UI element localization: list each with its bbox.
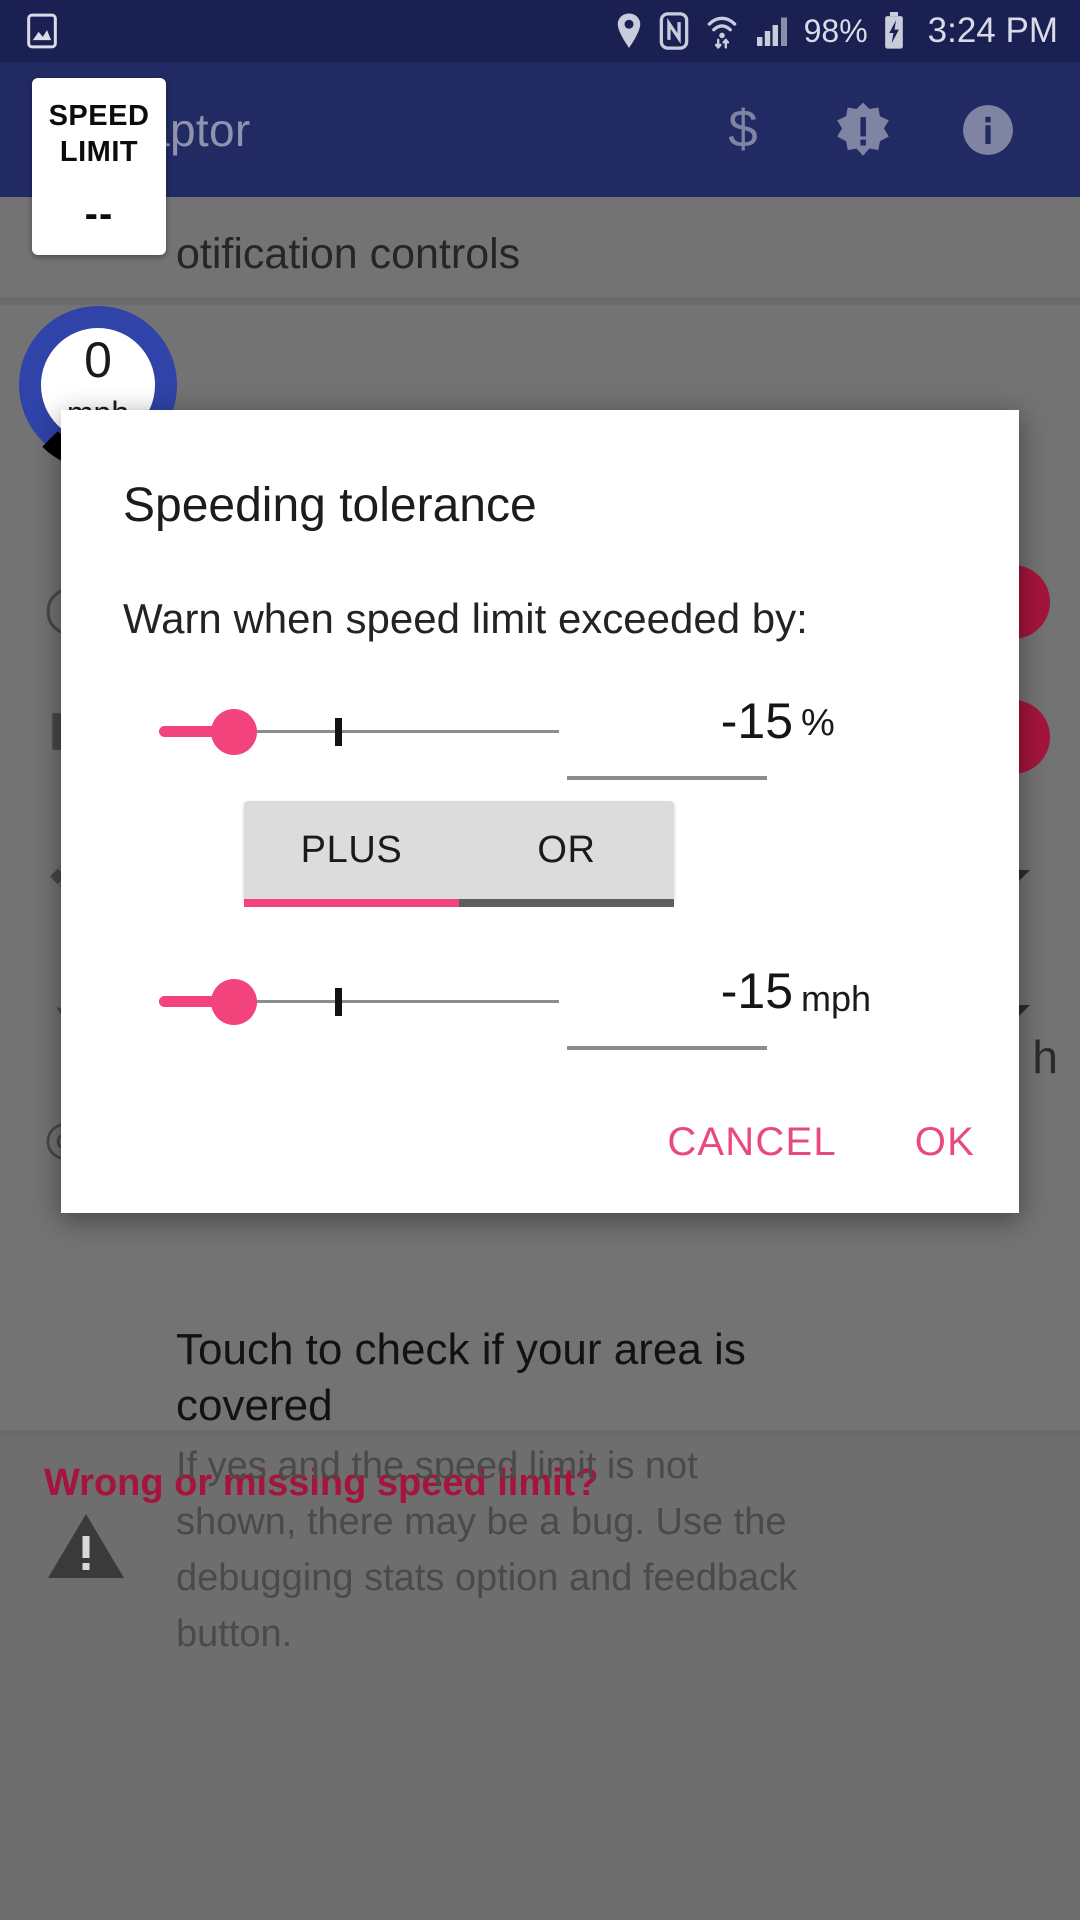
dialog-title: Speeding tolerance xyxy=(123,479,537,532)
speed-slider-tick xyxy=(335,988,342,1016)
background-notification-label: otification controls xyxy=(176,230,521,278)
info-icon[interactable] xyxy=(960,102,1016,158)
background-coverage-title[interactable]: Touch to check if your area is covered xyxy=(176,1322,876,1434)
dialog-button-bar: CANCEL OK xyxy=(663,1110,979,1175)
speed-limit-label-line2: LIMIT xyxy=(59,136,139,168)
wifi-icon xyxy=(707,16,736,49)
speed-unit-label: mph xyxy=(801,978,872,1019)
speed-value-inner: -15 xyxy=(563,962,793,1020)
percent-unit-label: % xyxy=(801,702,835,744)
nfc-icon xyxy=(659,12,688,50)
percent-slider-tick xyxy=(335,718,342,746)
cellular-signal-icon xyxy=(756,17,787,46)
phone-screen: otification controls ◯ ▮ ❖ ⚘ ◎ h Wrong o… xyxy=(0,0,1080,1920)
ok-button[interactable]: OK xyxy=(911,1110,979,1175)
dialog-message: Warn when speed limit exceeded by: xyxy=(123,595,808,642)
dollar-icon[interactable]: $ xyxy=(720,102,766,158)
speeding-tolerance-dialog: Speeding tolerance Warn when speed limit… xyxy=(61,410,1019,1213)
status-bar-clock: 3:24 PM xyxy=(927,11,1058,50)
background-mph-fragment: h xyxy=(1032,1031,1058,1083)
status-bar-left xyxy=(22,11,62,51)
speed-limit-label-line1: SPEED xyxy=(48,100,150,132)
percent-value-field[interactable]: -15 % xyxy=(563,692,863,788)
app-bar-actions: $ xyxy=(720,101,1080,159)
percent-slider-thumb[interactable] xyxy=(211,709,257,755)
status-bar-right: 98% 3:24 PM xyxy=(614,11,1058,51)
warning-triangle-icon xyxy=(48,1514,124,1578)
alert-badge-icon[interactable] xyxy=(834,101,892,159)
mode-tab-bar: PLUS OR xyxy=(244,801,674,899)
tab-or[interactable]: OR xyxy=(459,801,674,899)
speed-limit-sign[interactable]: SPEED LIMIT -- xyxy=(32,78,166,255)
speed-value-field[interactable]: -15 mph xyxy=(563,962,871,1058)
battery-percentage: 98% xyxy=(803,12,868,49)
percent-value-text: -15 xyxy=(720,693,793,749)
background-coverage-subtitle: If yes and the speed limit is not shown,… xyxy=(176,1445,798,1655)
speed-limit-value: -- xyxy=(84,192,114,236)
tab-plus[interactable]: PLUS xyxy=(244,801,459,899)
percent-value-underline xyxy=(567,776,767,780)
mode-tab-indicator-rest xyxy=(459,899,674,907)
status-bar: 98% 3:24 PM xyxy=(0,0,1080,62)
speed-value-text: -15 xyxy=(720,963,793,1019)
speedometer-value: 0 xyxy=(84,332,112,388)
mode-tab-indicator xyxy=(244,899,674,907)
svg-text:$: $ xyxy=(728,102,757,158)
percent-value-inner: -15 xyxy=(563,692,793,750)
battery-charging-icon xyxy=(884,12,903,49)
cancel-button[interactable]: CANCEL xyxy=(663,1110,840,1175)
speed-slider-thumb[interactable] xyxy=(211,979,257,1025)
speed-tolerance-row: -15 mph xyxy=(61,948,1019,1068)
speed-value-underline xyxy=(567,1046,767,1050)
mode-tab-indicator-selected xyxy=(244,899,459,907)
percent-tolerance-row: -15 % xyxy=(61,678,1019,798)
image-icon xyxy=(27,13,57,49)
location-pin-icon xyxy=(617,13,640,48)
